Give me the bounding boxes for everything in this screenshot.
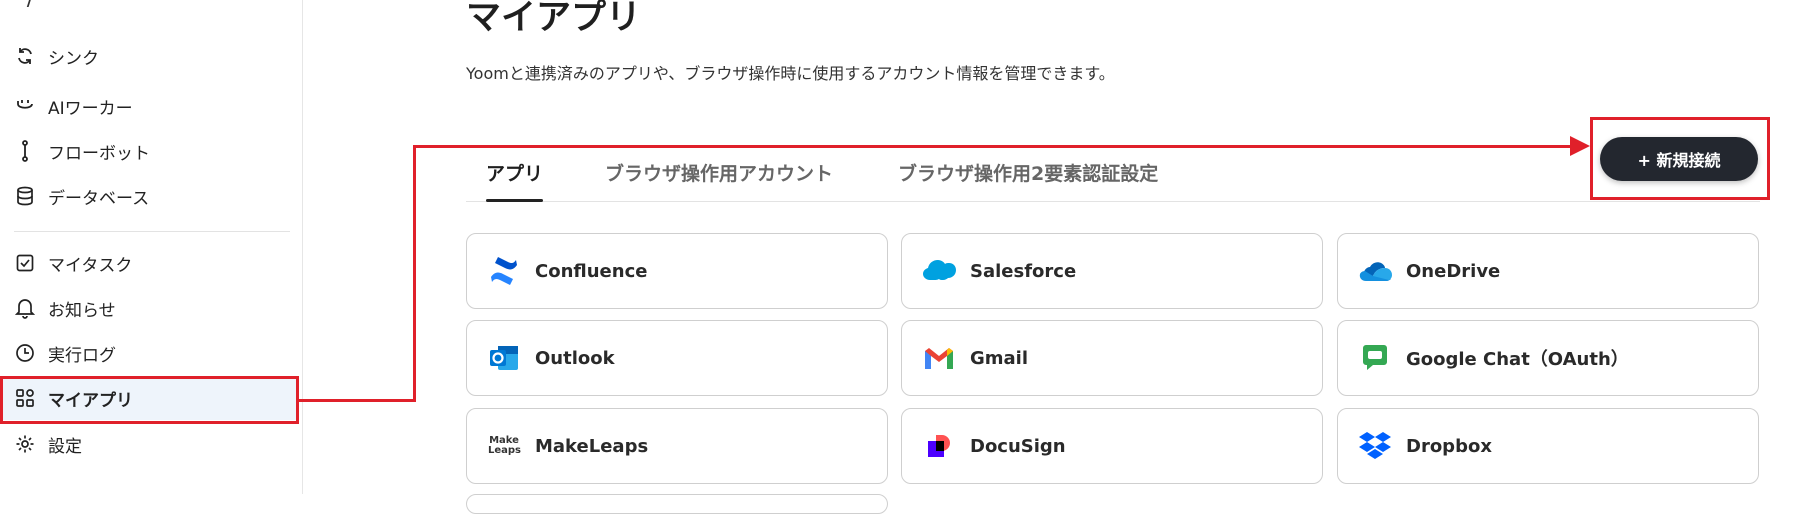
- sidebar-item-flowbot[interactable]: フローボット: [0, 129, 298, 173]
- app-name: MakeLeaps: [535, 435, 649, 457]
- annotation-arrow-head: [1570, 136, 1590, 156]
- salesforce-icon: [922, 254, 956, 288]
- app-name: OneDrive: [1406, 260, 1501, 282]
- tab-label: アプリ: [486, 162, 544, 185]
- confluence-icon: [487, 254, 521, 288]
- sidebar-top-fragment: ϟ: [20, 0, 34, 12]
- app-card-gmail[interactable]: Gmail: [901, 320, 1323, 396]
- makeleaps-logo-text: Make Leaps: [488, 435, 522, 456]
- sidebar-divider: [14, 231, 290, 232]
- gear-icon: [14, 433, 36, 455]
- tab-label: ブラウザ操作用2要素認証設定: [898, 162, 1159, 185]
- sidebar-item-label: フローボット: [48, 143, 150, 164]
- app-name: Salesforce: [970, 260, 1077, 282]
- app-card-salesforce[interactable]: Salesforce: [901, 233, 1323, 309]
- makeleaps-icon: Make Leaps: [487, 429, 521, 463]
- tab-browser-accounts[interactable]: ブラウザ操作用アカウント: [605, 143, 833, 201]
- app-card-outlook[interactable]: Outlook: [466, 320, 888, 396]
- tab-apps[interactable]: アプリ: [486, 143, 544, 202]
- onedrive-icon: [1358, 254, 1392, 288]
- google-chat-icon: [1358, 341, 1392, 375]
- gmail-icon: [922, 341, 956, 375]
- tab-browser-2fa[interactable]: ブラウザ操作用2要素認証設定: [898, 143, 1158, 201]
- page-title: マイアプリ: [466, 0, 642, 38]
- sidebar-item-label: データベース: [48, 188, 150, 209]
- app-name: Gmail: [970, 347, 1029, 369]
- flowbot-icon: [14, 140, 36, 162]
- highlight-my-apps: [0, 376, 299, 424]
- checkbox-icon: [14, 252, 36, 274]
- app-name: Dropbox: [1406, 435, 1492, 457]
- sidebar-item-label: お知らせ: [48, 300, 116, 321]
- dropbox-icon: [1358, 429, 1392, 463]
- app-name: DocuSign: [970, 435, 1066, 457]
- app-card-docusign[interactable]: DocuSign: [901, 408, 1323, 484]
- app-card-dropbox[interactable]: Dropbox: [1337, 408, 1759, 484]
- sidebar-item-label: 実行ログ: [48, 345, 116, 366]
- tab-label: ブラウザ操作用アカウント: [605, 162, 834, 185]
- sidebar-item-ai-worker[interactable]: AIワーカー: [0, 84, 298, 128]
- sidebar-item-my-task[interactable]: マイタスク: [0, 241, 298, 285]
- sidebar-item-label: シンク: [48, 48, 99, 69]
- sidebar-item-label: マイタスク: [48, 255, 133, 276]
- app-name: Google Chat（OAuth）: [1406, 349, 1629, 370]
- sidebar-item-database[interactable]: データベース: [0, 174, 298, 218]
- app-name: Confluence: [535, 260, 648, 282]
- sync-icon: [14, 45, 36, 67]
- sidebar-item-label: AIワーカー: [48, 98, 133, 119]
- sidebar-item-notifications[interactable]: お知らせ: [0, 286, 298, 330]
- sidebar-item-sync[interactable]: シンク: [0, 34, 298, 78]
- database-icon: [14, 185, 36, 207]
- docusign-icon: [922, 429, 956, 463]
- app-card-google-chat[interactable]: Google Chat（OAuth）: [1337, 320, 1759, 396]
- app-card-partial: [466, 494, 888, 514]
- app-card-confluence[interactable]: Confluence: [466, 233, 888, 309]
- clock-icon: [14, 342, 36, 364]
- app-card-onedrive[interactable]: OneDrive: [1337, 233, 1759, 309]
- sidebar-item-label: 設定: [48, 436, 82, 457]
- app-card-makeleaps[interactable]: Make Leaps MakeLeaps: [466, 408, 888, 484]
- highlight-new-connection: [1590, 117, 1770, 200]
- page-description: Yoomと連携済みのアプリや、ブラウザ操作時に使用するアカウント情報を管理できま…: [466, 64, 1115, 83]
- tab-bar: アプリ ブラウザ操作用アカウント ブラウザ操作用2要素認証設定: [466, 143, 1760, 202]
- annotation-line: [299, 399, 416, 402]
- ai-worker-icon: [14, 95, 36, 117]
- app-name: Outlook: [535, 347, 615, 369]
- annotation-line: [413, 145, 416, 402]
- annotation-line: [413, 145, 1570, 148]
- outlook-icon: [487, 341, 521, 375]
- bell-icon: [14, 297, 36, 319]
- sidebar-item-execution-log[interactable]: 実行ログ: [0, 331, 298, 375]
- sidebar-item-settings[interactable]: 設定: [0, 422, 298, 466]
